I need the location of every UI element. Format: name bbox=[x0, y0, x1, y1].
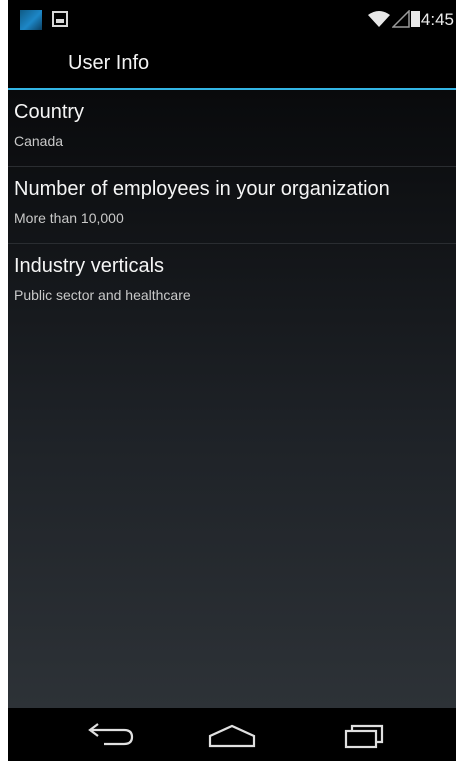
phone-screen: 4:45 User Info Country Canada Number of … bbox=[8, 0, 456, 761]
app-thumbnail-icon bbox=[20, 10, 42, 30]
image-notification-icon bbox=[52, 11, 68, 27]
preference-summary: Canada bbox=[14, 133, 64, 149]
preference-country[interactable]: Country Canada bbox=[8, 90, 456, 167]
wifi-icon bbox=[368, 11, 390, 27]
preferences-list: Country Canada Number of employees in yo… bbox=[8, 90, 456, 708]
recent-apps-icon[interactable] bbox=[334, 718, 394, 752]
preference-title: Number of employees in your organization bbox=[14, 178, 390, 200]
preference-employees[interactable]: Number of employees in your organization… bbox=[8, 167, 456, 244]
preference-summary: More than 10,000 bbox=[14, 210, 124, 226]
navigation-bar bbox=[8, 708, 456, 761]
action-bar: User Info bbox=[8, 40, 456, 88]
status-icons: 4:45 bbox=[254, 8, 454, 32]
home-icon[interactable] bbox=[202, 718, 262, 752]
preference-title: Country bbox=[14, 101, 85, 123]
signal-icon bbox=[392, 10, 410, 28]
battery-icon bbox=[411, 11, 420, 27]
status-bar: 4:45 bbox=[8, 0, 456, 40]
clock: 4:45 bbox=[420, 10, 454, 29]
page-title: User Info bbox=[68, 52, 150, 74]
preference-title: Industry verticals bbox=[14, 255, 165, 277]
preference-industry-verticals[interactable]: Industry verticals Public sector and hea… bbox=[8, 244, 456, 321]
back-icon[interactable] bbox=[78, 718, 138, 752]
preference-summary: Public sector and healthcare bbox=[14, 287, 191, 303]
